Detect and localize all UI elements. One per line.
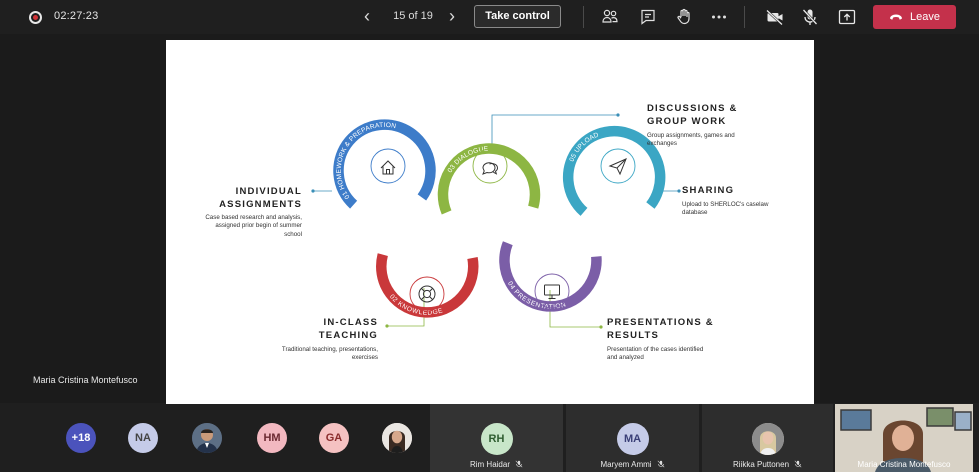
phone-hangup-icon [890,14,902,20]
mic-off-icon [657,460,664,468]
participant-tile[interactable]: MA Maryem Ammi [566,404,699,472]
connector-dot [677,189,681,193]
participant-tile[interactable]: Riikka Puttonen [702,404,833,472]
previous-slide-button[interactable]: ‹ [358,6,376,28]
inclass-desc-2: exercises [351,354,378,362]
more-icon [712,15,726,19]
share-screen-icon [838,9,856,25]
presentations-title-1: PRESENTATIONS & [607,317,714,328]
camera-off-icon [766,9,783,26]
discussions-title-1: DISCUSSIONS & [647,103,738,114]
monitor-icon [544,284,560,299]
participant-avatar[interactable]: GA [319,423,349,453]
connector-dot [616,113,620,117]
knowledge-icon-ring [409,276,445,312]
participant-avatar[interactable]: HM [257,423,287,453]
presentations-desc-1: Presentation of the cases identified [607,346,704,353]
participant-tile-name: Maryem Ammi [566,460,699,469]
presentations-desc-2: and analyzed [607,354,644,362]
leave-label: Leave [910,11,940,23]
participants-button[interactable] [599,6,621,28]
dialogue-icon-ring [472,148,508,184]
homework-icon-ring [370,148,406,184]
connector-dot [599,325,603,329]
discussions-desc-1: Group assignments, games and [647,132,735,139]
participant-tile-name: Rim Haidar [430,460,563,469]
presentations-block: PRESENTATIONS & RESULTS [607,316,777,342]
shared-slide: 01 HOMEWORK & PREPARATION 02 KNOWLEDGE 0… [166,40,814,404]
chat-icon [641,9,655,25]
individual-title-1: INDIVIDUAL [235,186,302,197]
connector-dot [311,189,315,193]
discussions-desc-2: exchanges [647,140,677,148]
inclass-title-2: TEACHING [318,330,378,341]
individual-assignments-block: INDIVIDUAL ASSIGNMENTS [186,185,302,211]
sharing-desc-1: Upload to SHERLOC's caselaw [682,201,769,208]
individual-assignments-desc: Case based research and analysis, assign… [168,214,302,239]
hand-icon [677,8,690,25]
discussions-block: DISCUSSIONS & GROUP WORK [647,102,797,128]
individual-desc-1: Case based research and analysis, [205,214,302,221]
in-class-teaching-block: IN-CLASS TEACHING [256,316,378,342]
self-video-tile[interactable]: Maria Cristina Montefusco [835,404,973,472]
meeting-toolbar: 02:27:23 ‹ 15 of 19 › Take control Leave [0,0,979,34]
more-participants-button[interactable]: +18 [66,423,96,453]
next-slide-button[interactable]: › [443,6,461,28]
mic-off-icon [794,460,802,468]
participant-tile-avatar: MA [616,423,649,455]
mic-off-icon [515,460,523,468]
person-photo-icon [192,423,222,453]
person-photo-icon [751,423,784,455]
presenter-name-label: Maria Cristina Montefusco [33,375,138,385]
chat-bubbles-icon [482,162,499,175]
mic-off-icon [802,9,818,25]
slide-page-indicator: 15 of 19 [393,10,433,22]
sharing-title-1: SHARING [682,185,735,196]
participant-tile-avatar: RH [480,423,513,455]
home-icon [380,160,396,175]
participant-photo-avatar[interactable] [382,423,412,453]
sharing-block: SHARING [682,184,802,197]
inclass-desc-1: Traditional teaching, presentations, [281,346,378,353]
individual-title-2: ASSIGNMENTS [219,199,302,210]
individual-desc-3: school [284,230,302,238]
person-photo-icon [382,423,412,453]
chat-button[interactable] [637,6,659,28]
svg-text:02 KNOWLEDGE: 02 KNOWLEDGE [388,293,444,316]
recording-indicator-icon [29,11,42,24]
meeting-timer: 02:27:23 [54,10,99,22]
toolbar-divider [583,6,584,28]
presentations-title-2: RESULTS [607,330,660,341]
in-class-teaching-desc: Traditional teaching, presentations, exe… [228,346,378,363]
participant-tile-name: Riikka Puttonen [702,460,833,469]
connector-dot [385,324,389,328]
inclass-title-1: IN-CLASS [323,317,378,328]
people-icon [602,9,618,23]
toolbar-divider [744,6,745,28]
more-options-button[interactable] [708,6,730,28]
take-control-button[interactable]: Take control [474,5,561,28]
sharing-desc-2: database [682,209,708,217]
participant-avatar[interactable]: NA [128,423,158,453]
presentations-desc: Presentation of the cases identified and… [607,346,777,363]
participant-photo-avatar [751,423,784,455]
paper-plane-icon [608,158,627,176]
arc-label-knowledge: 02 KNOWLEDGE [388,293,444,316]
participant-photo-avatar[interactable] [192,423,222,453]
lifebuoy-icon [418,285,436,303]
discussions-title-2: GROUP WORK [647,116,727,127]
mic-toggle-button[interactable] [799,6,821,28]
self-video-name: Maria Cristina Montefusco [857,460,951,469]
camera-toggle-button[interactable] [764,6,786,28]
upload-icon-ring [600,148,636,184]
sharing-desc: Upload to SHERLOC's caselaw database [682,201,808,218]
discussions-desc: Group assignments, games and exchanges [647,132,797,149]
share-tray-button[interactable] [836,6,858,28]
individual-desc-2: assigned prior begin of summer [215,222,302,230]
raise-hand-button[interactable] [673,6,695,28]
participant-tile[interactable]: RH Rim Haidar [430,404,563,472]
leave-button[interactable]: Leave [873,5,956,29]
